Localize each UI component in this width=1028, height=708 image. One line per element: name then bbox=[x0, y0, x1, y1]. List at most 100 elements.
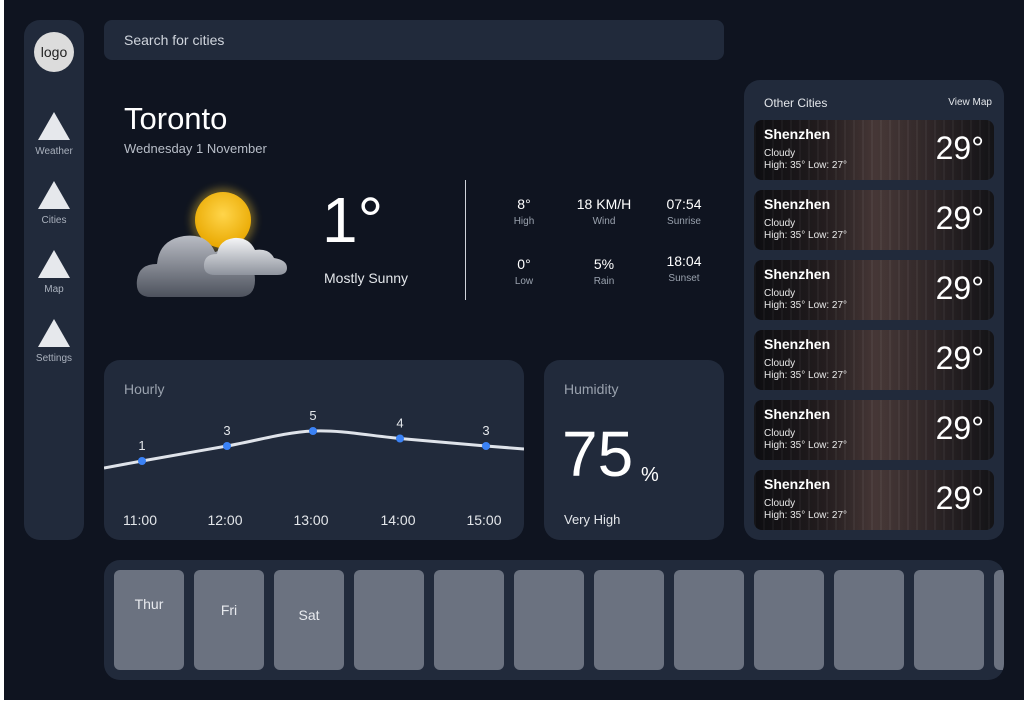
weather-icon bbox=[38, 112, 70, 140]
stat-wind: 18 KM/H Wind bbox=[564, 196, 644, 227]
humidity-description: Very High bbox=[564, 512, 621, 527]
day-card[interactable] bbox=[914, 570, 984, 670]
day-card[interactable]: Sat bbox=[274, 570, 344, 670]
hourly-chart: 1 11:00 3 12:00 5 13:00 4 14:00 3 15:00 bbox=[104, 408, 524, 528]
hourly-data-label: 1 bbox=[138, 438, 145, 453]
hourly-tick-label: 14:00 bbox=[380, 512, 415, 528]
hourly-point[interactable] bbox=[223, 442, 231, 450]
city-card-temperature: 29° bbox=[935, 340, 984, 376]
city-card[interactable]: Shenzhen Cloudy High: 35° Low: 27° 29° bbox=[754, 330, 994, 390]
city-card-condition: Cloudy bbox=[764, 288, 796, 299]
stat-high: 8° High bbox=[484, 196, 564, 227]
weather-app: logo Weather Cities Map Settings Toronto… bbox=[4, 0, 1024, 700]
hourly-panel: Hourly 1 11:00 3 12:00 5 13:00 4 14:00 3 15:00 bbox=[104, 360, 524, 540]
day-card[interactable] bbox=[754, 570, 824, 670]
hourly-data-label: 3 bbox=[223, 423, 230, 438]
hourly-point[interactable] bbox=[396, 434, 404, 443]
day-card[interactable]: Thur bbox=[114, 570, 184, 670]
map-icon bbox=[38, 250, 70, 278]
city-card[interactable]: Shenzhen Cloudy High: 35° Low: 27° 29° bbox=[754, 400, 994, 460]
city-card[interactable]: Shenzhen Cloudy High: 35° Low: 27° 29° bbox=[754, 260, 994, 320]
day-card[interactable] bbox=[834, 570, 904, 670]
city-card-high-low: High: 35° Low: 27° bbox=[764, 440, 848, 451]
nav-label: Map bbox=[44, 284, 64, 295]
current-date: Wednesday 1 November bbox=[124, 141, 267, 156]
nav-label: Weather bbox=[35, 146, 73, 157]
city-card-name: Shenzhen bbox=[764, 336, 831, 352]
day-card[interactable] bbox=[434, 570, 504, 670]
other-cities-panel: Other Cities View Map Shenzhen Cloudy Hi… bbox=[744, 80, 1004, 540]
day-card[interactable] bbox=[994, 570, 1004, 670]
city-card-temperature: 29° bbox=[935, 480, 984, 516]
stat-label: Rain bbox=[593, 276, 615, 287]
stat-value: 5% bbox=[593, 256, 615, 272]
city-name: Toronto bbox=[124, 101, 228, 136]
hourly-tick-label: 11:00 bbox=[123, 512, 157, 528]
cities-icon bbox=[38, 181, 70, 209]
nav-item-weather[interactable]: Weather bbox=[24, 112, 84, 157]
other-cities-title: Other Cities bbox=[764, 96, 828, 110]
stat-label: Low bbox=[514, 276, 534, 287]
nav-item-map[interactable]: Map bbox=[24, 250, 84, 295]
city-card-name: Shenzhen bbox=[764, 406, 831, 422]
city-card-high-low: High: 35° Low: 27° bbox=[764, 160, 848, 171]
city-card-condition: Cloudy bbox=[764, 148, 796, 159]
day-card[interactable] bbox=[514, 570, 584, 670]
city-card-high-low: High: 35° Low: 27° bbox=[764, 510, 848, 521]
city-card-condition: Cloudy bbox=[764, 218, 796, 229]
day-label: Thur bbox=[134, 596, 164, 612]
day-label: Sat bbox=[298, 607, 320, 623]
view-map-link[interactable]: View Map bbox=[948, 97, 992, 108]
stat-label: High bbox=[513, 216, 535, 227]
city-card[interactable]: Shenzhen Cloudy High: 35° Low: 27° 29° bbox=[754, 190, 994, 250]
day-card[interactable] bbox=[674, 570, 744, 670]
city-card[interactable]: Shenzhen Cloudy High: 35° Low: 27° 29° bbox=[754, 470, 994, 530]
settings-icon bbox=[38, 319, 70, 347]
stat-label: Wind bbox=[592, 216, 616, 227]
hourly-tick-label: 12:00 bbox=[207, 512, 242, 528]
city-card[interactable]: Shenzhen Cloudy High: 35° Low: 27° 29° bbox=[754, 120, 994, 180]
city-card-name: Shenzhen bbox=[764, 196, 831, 212]
stat-value: 8° bbox=[517, 196, 531, 212]
stat-rain: 5% Rain bbox=[564, 256, 644, 287]
stat-label: Sunrise bbox=[667, 216, 701, 227]
search-input[interactable] bbox=[104, 20, 724, 60]
hourly-data-label: 4 bbox=[396, 416, 403, 431]
humidity-value: 75 bbox=[562, 418, 634, 490]
day-card[interactable] bbox=[354, 570, 424, 670]
hourly-point[interactable] bbox=[482, 442, 490, 450]
city-card-condition: Cloudy bbox=[764, 428, 796, 439]
logo[interactable]: logo bbox=[34, 32, 74, 72]
hourly-point[interactable] bbox=[309, 427, 317, 435]
stat-value: 18:04 bbox=[666, 253, 702, 269]
hourly-point[interactable] bbox=[138, 457, 146, 465]
city-card-temperature: 29° bbox=[935, 410, 984, 446]
day-card[interactable]: Fri bbox=[194, 570, 264, 670]
daily-forecast-strip[interactable]: Thur Fri Sat bbox=[104, 560, 1004, 680]
city-card-temperature: 29° bbox=[935, 200, 984, 236]
hourly-series-line bbox=[104, 429, 524, 470]
hourly-tick-label: 15:00 bbox=[466, 512, 501, 528]
city-card-temperature: 29° bbox=[935, 270, 984, 306]
city-card-high-low: High: 35° Low: 27° bbox=[764, 300, 848, 311]
humidity-panel: Humidity 75 % Very High bbox=[544, 360, 724, 540]
day-card[interactable] bbox=[594, 570, 664, 670]
hourly-tick-label: 13:00 bbox=[293, 512, 328, 528]
current-condition: Mostly Sunny bbox=[324, 270, 409, 286]
city-card-high-low: High: 35° Low: 27° bbox=[764, 370, 848, 381]
nav-item-settings[interactable]: Settings bbox=[24, 319, 84, 364]
city-card-condition: Cloudy bbox=[764, 498, 796, 509]
city-card-name: Shenzhen bbox=[764, 476, 831, 492]
stat-value: 18 KM/H bbox=[576, 196, 632, 212]
sidebar: logo Weather Cities Map Settings bbox=[24, 20, 84, 540]
stat-sunrise: 07:54 Sunrise bbox=[644, 196, 724, 227]
city-card-name: Shenzhen bbox=[764, 266, 831, 282]
stat-label: Sunset bbox=[668, 273, 700, 284]
city-card-name: Shenzhen bbox=[764, 126, 831, 142]
divider bbox=[465, 180, 466, 300]
nav-item-cities[interactable]: Cities bbox=[24, 181, 84, 226]
stat-low: 0° Low bbox=[484, 256, 564, 287]
hourly-data-label: 5 bbox=[309, 408, 316, 423]
current-temperature: 1° bbox=[322, 184, 384, 256]
hourly-data-label: 3 bbox=[482, 423, 489, 438]
